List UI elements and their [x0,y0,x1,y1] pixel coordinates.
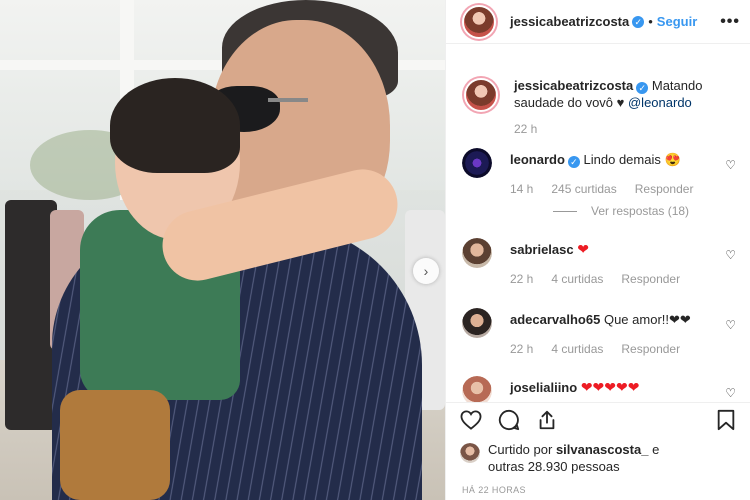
caption-mention[interactable]: @leonardo [628,95,692,110]
comment-like-heart-icon[interactable]: ♡ [725,386,736,400]
post-actions: Curtido por silvanascosta_ e outras 28.9… [446,402,750,500]
comment-text: Que amor!!❤❤ [603,312,691,327]
liked-by-user[interactable]: silvanascosta_ [556,442,649,457]
reply-button[interactable]: Responder [621,341,680,358]
comment-likes[interactable]: 245 curtidas [551,181,616,198]
caption-username[interactable]: jessicabeatrizcosta [514,78,633,93]
comments-list[interactable]: jessicabeatrizcosta ✓ Matando saudade do … [446,62,750,402]
follow-button[interactable]: Seguir [657,14,697,29]
verified-badge-icon: ✓ [636,82,649,94]
more-options-icon[interactable]: ••• [720,13,740,31]
comment-likes[interactable]: 4 curtidas [551,341,603,358]
caption-time[interactable]: 22 h [514,121,537,138]
commenter-avatar[interactable] [462,238,492,268]
comment-likes[interactable]: 4 curtidas [551,271,603,288]
verified-badge-icon: ✓ [632,15,645,28]
others-count: 28.930 [527,459,568,474]
liker-avatar[interactable] [460,443,480,463]
comment-item: joselialiino ❤❤❤❤❤ [462,376,742,402]
comment-username[interactable]: sabrielasc [510,242,574,257]
next-photo-icon[interactable]: › [413,258,439,284]
commenter-avatar[interactable] [462,308,492,338]
author-avatar[interactable] [462,76,500,114]
view-replies-link[interactable]: Ver respostas (18) [553,204,689,218]
post-photo[interactable]: › [0,0,445,500]
boy-hair [110,78,240,173]
post-time-ago[interactable]: HÁ 22 HORAS [462,485,526,495]
comment-item: sabrielasc ❤ 22 h 4 curtidas Responder [462,238,742,288]
heart-icon[interactable] [460,410,482,434]
comment-like-heart-icon[interactable]: ♡ [725,248,736,262]
liked-by-prefix: Curtido por [488,442,553,457]
author-avatar[interactable] [460,2,498,41]
reply-button[interactable]: Responder [621,271,680,288]
commenter-avatar[interactable] [462,148,492,178]
commenter-avatar[interactable] [462,376,492,402]
view-replies-text: Ver respostas (18) [591,204,690,218]
comment-text: ❤❤❤❤❤ [580,379,640,395]
comment-username[interactable]: adecarvalho65 [510,312,600,327]
replies-divider [553,210,577,212]
caption: jessicabeatrizcosta ✓ Matando saudade do … [462,76,742,138]
liked-by-suffix: e [652,442,660,457]
comment-like-heart-icon[interactable]: ♡ [725,158,736,172]
comment-username[interactable]: joselialiino [510,380,577,395]
bookmark-icon[interactable] [716,409,736,435]
verified-badge-icon: ✓ [567,156,580,168]
liked-by: Curtido por silvanascosta_ e outras 28.9… [446,441,750,475]
share-icon[interactable] [536,409,558,435]
post-side-panel: jessicabeatrizcosta ✓ • Seguir ••• jessi… [445,0,750,500]
separator-dot: • [648,14,653,29]
others-suffix: pessoas [571,459,620,474]
comment-text: ❤ [577,241,589,257]
comment-text: Lindo demais 😍 [583,152,681,167]
comment-item: leonardo ✓ Lindo demais 😍 14 h 245 curtid… [462,148,742,198]
comment-item: adecarvalho65 Que amor!!❤❤ 22 h 4 curtid… [462,308,742,358]
comment-time[interactable]: 22 h [510,271,533,288]
others-prefix: outras [488,459,525,474]
comment-username[interactable]: leonardo [510,152,565,167]
comment-like-heart-icon[interactable]: ♡ [725,318,736,332]
liked-by-others[interactable]: outras 28.930 pessoas [488,458,659,475]
reply-button[interactable]: Responder [635,181,694,198]
author-username[interactable]: jessicabeatrizcosta [510,14,629,29]
boy-pants [60,390,170,500]
comment-time[interactable]: 22 h [510,341,533,358]
comment-icon[interactable] [498,409,520,435]
action-bar [446,403,750,441]
comment-time[interactable]: 14 h [510,181,533,198]
post-header: jessicabeatrizcosta ✓ • Seguir ••• [446,0,750,44]
